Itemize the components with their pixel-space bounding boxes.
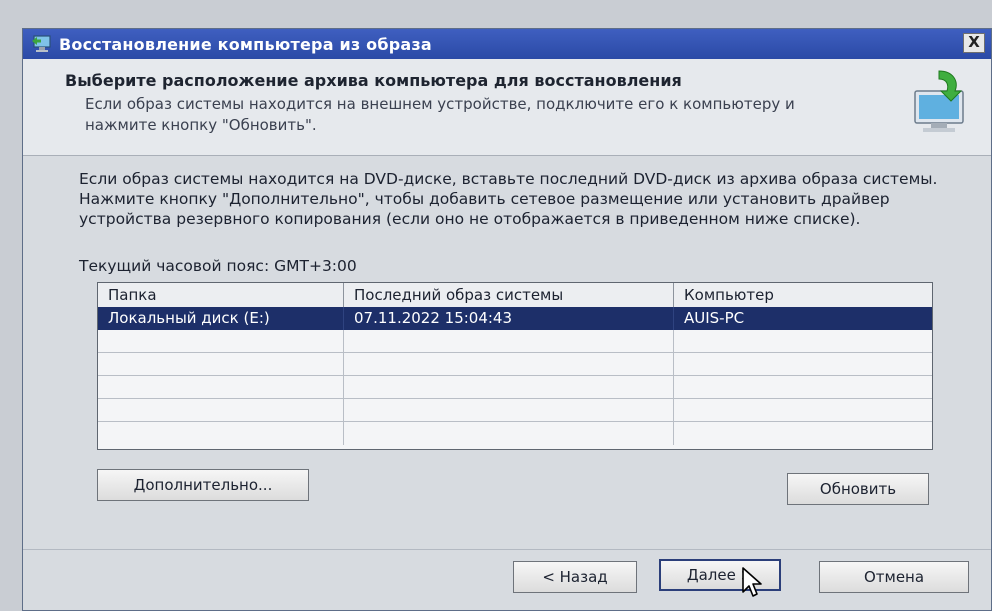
- mouse-pointer-icon: [742, 567, 762, 597]
- dialog-content: Если образ системы находится на DVD-диск…: [23, 156, 991, 548]
- page-heading: Выберите расположение архива компьютера …: [65, 71, 682, 90]
- dialog-header: Выберите расположение архива компьютера …: [23, 59, 991, 156]
- empty-cell: [344, 330, 674, 353]
- empty-cell: [98, 353, 344, 376]
- timezone-label: Текущий часовой пояс: GMT+3:00: [79, 257, 357, 275]
- refresh-button[interactable]: Обновить: [787, 473, 929, 505]
- image-list[interactable]: Папка Последний образ системы Компьютер …: [97, 282, 933, 450]
- empty-cell: [98, 376, 344, 399]
- computer-restore-icon: [914, 70, 964, 132]
- close-button[interactable]: X: [963, 33, 985, 53]
- column-header-folder[interactable]: Папка: [98, 283, 344, 307]
- backup-restore-icon: [32, 35, 51, 52]
- window-title: Восстановление компьютера из образа: [59, 35, 432, 54]
- empty-cell: [344, 353, 674, 376]
- empty-cell: [344, 399, 674, 422]
- empty-row: [98, 422, 932, 445]
- empty-cell: [344, 376, 674, 399]
- header-subtext: Если образ системы находится на внешнем …: [85, 95, 795, 134]
- instructions-text: Если образ системы находится на DVD-диск…: [79, 170, 938, 228]
- empty-cell: [98, 422, 344, 445]
- column-header-computer[interactable]: Компьютер: [674, 283, 932, 307]
- title-bar: Восстановление компьютера из образа X: [23, 29, 991, 59]
- empty-cell: [98, 399, 344, 422]
- back-button[interactable]: < Назад: [513, 561, 637, 593]
- cancel-button[interactable]: Отмена: [819, 561, 969, 593]
- empty-row: [98, 399, 932, 422]
- column-header-last-image[interactable]: Последний образ системы: [344, 283, 674, 307]
- empty-row: [98, 353, 932, 376]
- close-icon: X: [968, 33, 980, 51]
- table-row[interactable]: Локальный диск (E:) 07.11.2022 15:04:43 …: [98, 307, 932, 330]
- cell-computer: AUIS-PC: [684, 309, 745, 327]
- empty-cell: [98, 330, 344, 353]
- restore-image-dialog: Восстановление компьютера из образа X Вы…: [22, 28, 992, 611]
- cell-folder: Локальный диск (E:): [98, 307, 344, 330]
- cell-last-image: 07.11.2022 15:04:43: [344, 307, 674, 330]
- empty-row: [98, 330, 932, 353]
- empty-row: [98, 376, 932, 399]
- footer-divider: [23, 549, 991, 550]
- empty-cell: [344, 422, 674, 445]
- advanced-button[interactable]: Дополнительно...: [97, 469, 309, 501]
- list-header: Папка Последний образ системы Компьютер: [98, 283, 932, 308]
